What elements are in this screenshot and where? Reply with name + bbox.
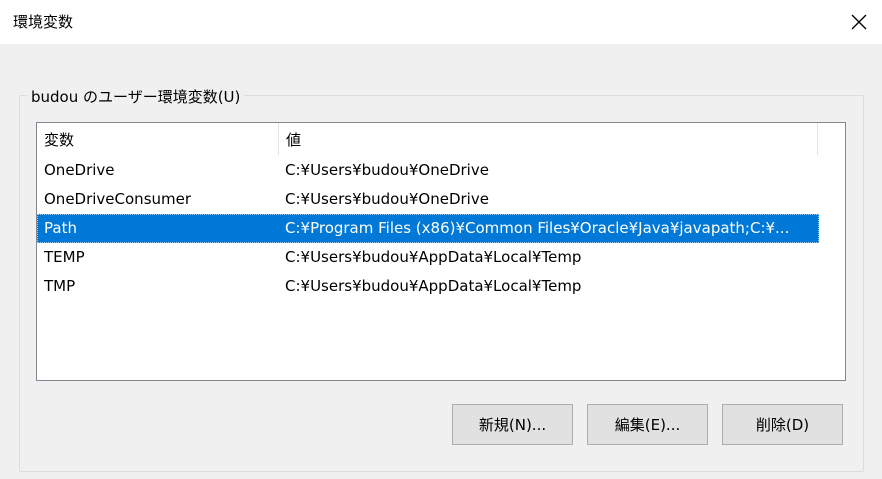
close-button[interactable]: [836, 0, 882, 44]
delete-button[interactable]: 削除(D): [722, 404, 843, 445]
table-row[interactable]: OneDrive C:¥Users¥budou¥OneDrive: [37, 156, 819, 185]
variable-name: OneDrive: [44, 161, 115, 179]
column-header-variable[interactable]: 変数: [37, 123, 279, 155]
table-row[interactable]: TEMP C:¥Users¥budou¥AppData¥Local¥Temp: [37, 243, 819, 272]
edit-button[interactable]: 編集(E)...: [587, 404, 708, 445]
title-bar: 環境変数: [0, 0, 882, 44]
variable-value: C:¥Users¥budou¥AppData¥Local¥Temp: [285, 248, 582, 266]
user-variables-list[interactable]: 変数 値 OneDrive C:¥Users¥budou¥OneDrive On…: [36, 122, 846, 381]
variable-value: C:¥Users¥budou¥OneDrive: [285, 190, 489, 208]
variable-value: C:¥Users¥budou¥OneDrive: [285, 161, 489, 179]
list-header: 変数 値: [37, 123, 845, 155]
variable-name: Path: [44, 219, 77, 237]
table-row[interactable]: TMP C:¥Users¥budou¥AppData¥Local¥Temp: [37, 272, 819, 301]
table-row[interactable]: OneDriveConsumer C:¥Users¥budou¥OneDrive: [37, 185, 819, 214]
variable-name: TEMP: [44, 248, 85, 266]
new-button[interactable]: 新規(N)...: [452, 404, 573, 445]
column-header-value[interactable]: 値: [279, 123, 818, 155]
variable-name: OneDriveConsumer: [44, 190, 192, 208]
variable-name: TMP: [44, 277, 76, 295]
user-variables-group-label: budou のユーザー環境変数(U): [27, 86, 245, 107]
variable-value: C:¥Program Files (x86)¥Common Files¥Orac…: [285, 219, 790, 237]
window-title: 環境変数: [13, 13, 74, 31]
close-icon: [851, 14, 867, 30]
variable-value: C:¥Users¥budou¥AppData¥Local¥Temp: [285, 277, 582, 295]
table-row-selected[interactable]: Path C:¥Program Files (x86)¥Common Files…: [37, 214, 819, 243]
